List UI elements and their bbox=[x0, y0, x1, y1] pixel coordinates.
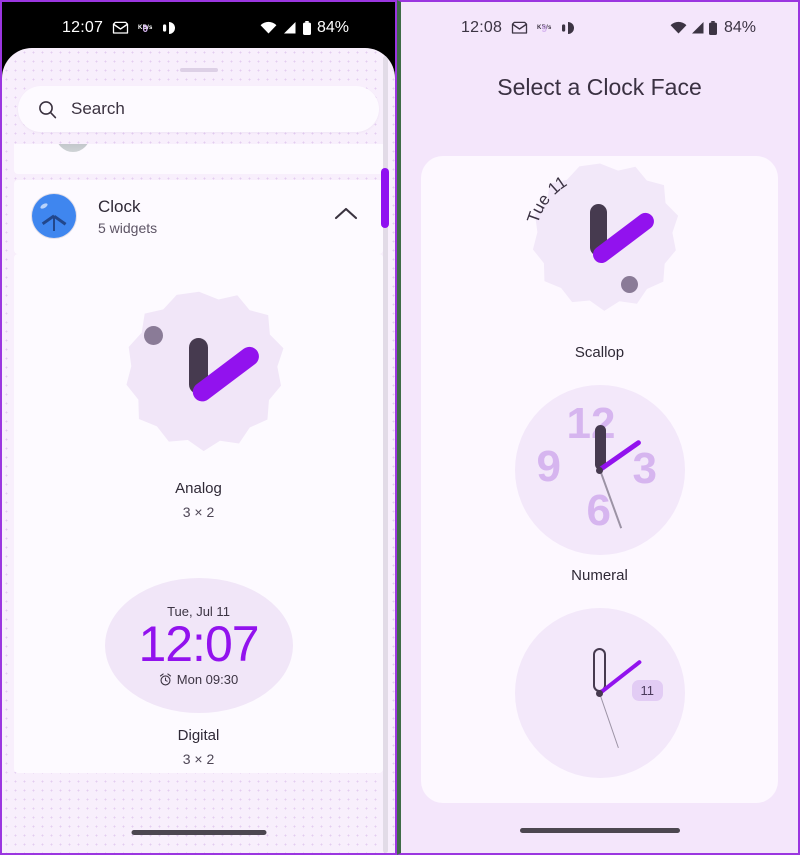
scrollbar-thumb[interactable] bbox=[381, 168, 389, 228]
outline-face-preview: 11 bbox=[514, 608, 685, 778]
second-hand bbox=[599, 692, 620, 749]
left-phone-screen: 12:07 0 KB/s 84% Search Clock 5 widgets … bbox=[0, 0, 397, 855]
hour-dot-marker bbox=[143, 326, 163, 345]
right-status-bar: 12:08 9 KB/s 84% bbox=[401, 2, 798, 54]
widget-size-digital: 3 × 2 bbox=[182, 751, 215, 767]
envelope-icon bbox=[511, 21, 528, 34]
right-phone-screen: 12:08 9 KB/s 84% Select a Clock Face Tue… bbox=[397, 0, 800, 855]
alarm-icon bbox=[159, 673, 171, 686]
list-item-partial-above[interactable] bbox=[14, 144, 383, 174]
widget-size-analog: 3 × 2 bbox=[182, 504, 215, 520]
app-group-name: Clock bbox=[98, 196, 141, 216]
partial-app-icon bbox=[56, 144, 90, 152]
clock-pivot bbox=[596, 466, 603, 474]
search-icon bbox=[39, 100, 57, 118]
widget-previews: Analog 3 × 2 Tue, Jul 11 12:07 Mon 09:30… bbox=[14, 254, 383, 773]
status-bar-left-cluster: 12:07 0 KB/s bbox=[62, 19, 176, 37]
widget-list[interactable]: Clock 5 widgets Analog 3 × 2 Tue, Jul 11… bbox=[2, 144, 395, 773]
wifi-icon bbox=[670, 21, 687, 34]
clock-face-option-third[interactable]: 11 bbox=[421, 608, 778, 778]
network-speed-value: 9 bbox=[541, 24, 548, 35]
network-speed-icon: 0 KB/s bbox=[138, 25, 152, 35]
battery-percent-label-right: 84% bbox=[723, 19, 756, 36]
digital-alarm-text: Mon 09:30 bbox=[176, 672, 239, 687]
battery-percent-label: 84% bbox=[316, 19, 349, 36]
sheet-drag-handle[interactable] bbox=[179, 68, 218, 72]
battery-icon bbox=[708, 20, 717, 35]
search-input-text: Search bbox=[71, 99, 125, 118]
digital-time: 12:07 bbox=[138, 616, 259, 672]
envelope-icon bbox=[112, 21, 129, 34]
widget-card-digital[interactable]: Tue, Jul 11 12:07 Mon 09:30 Digital 3 × … bbox=[14, 520, 383, 773]
navigation-gesture-bar[interactable] bbox=[131, 830, 266, 835]
analog-widget-preview bbox=[106, 288, 292, 474]
network-speed-value: 0 bbox=[142, 24, 149, 35]
widget-card-analog[interactable]: Analog 3 × 2 bbox=[14, 262, 383, 520]
signal-icon bbox=[691, 22, 704, 34]
numeral-face-preview: 12 3 6 9 bbox=[514, 385, 685, 555]
chevron-up-icon[interactable] bbox=[333, 206, 359, 227]
status-bar-right-cluster-right: 84% bbox=[670, 19, 756, 37]
date-badge: 11 bbox=[631, 680, 663, 701]
numeral-12: 12 bbox=[566, 399, 616, 448]
svg-text:Tue 11: Tue 11 bbox=[523, 172, 570, 225]
do-not-disturb-icon bbox=[162, 22, 175, 34]
numeral-3: 3 bbox=[632, 444, 657, 493]
search-input[interactable]: Search bbox=[18, 86, 379, 132]
app-group-widget-count: 5 widgets bbox=[98, 219, 158, 236]
hour-dot-marker bbox=[620, 276, 638, 293]
clock-face-label-scallop: Scallop bbox=[574, 344, 625, 361]
left-status-bar: 12:07 0 KB/s 84% bbox=[2, 2, 395, 54]
clock-face-list[interactable]: Tue 11 Scallop 12 3 6 9 Numeral 11 bbox=[421, 156, 778, 803]
scallop-face-preview: Tue 11 bbox=[514, 160, 686, 332]
clock-pivot bbox=[596, 689, 603, 697]
status-bar-clock-right: 12:08 bbox=[461, 19, 503, 36]
widget-label-digital: Digital bbox=[177, 727, 220, 744]
navigation-gesture-bar[interactable] bbox=[519, 828, 680, 833]
status-bar-clock: 12:07 bbox=[62, 19, 104, 36]
battery-icon bbox=[302, 20, 311, 35]
status-bar-right-cluster: 84% bbox=[260, 19, 349, 37]
dual-phone-screenshot: 12:07 0 KB/s 84% Search Clock 5 widgets … bbox=[0, 0, 800, 855]
digital-alarm-row: Mon 09:30 bbox=[159, 672, 238, 687]
do-not-disturb-icon bbox=[561, 22, 574, 34]
signal-icon bbox=[283, 22, 296, 34]
clock-face-option-scallop[interactable]: Tue 11 Scallop bbox=[421, 160, 778, 361]
clock-face-label-numeral: Numeral bbox=[571, 567, 628, 584]
status-bar-left-cluster-right: 12:08 9 KB/s bbox=[461, 19, 575, 37]
widget-picker-sheet: Search Clock 5 widgets Analog 3 × 2 Tue,… bbox=[2, 48, 395, 853]
app-group-text: Clock 5 widgets bbox=[98, 197, 157, 236]
digital-widget-preview: Tue, Jul 11 12:07 Mon 09:30 bbox=[104, 578, 293, 713]
clock-face-option-numeral[interactable]: 12 3 6 9 Numeral bbox=[421, 385, 778, 584]
clock-app-icon bbox=[32, 194, 76, 238]
wifi-icon bbox=[260, 21, 277, 34]
widget-label-analog: Analog bbox=[175, 480, 222, 497]
numeral-9: 9 bbox=[536, 442, 561, 491]
page-title: Select a Clock Face bbox=[497, 74, 702, 100]
network-speed-icon: 9 KB/s bbox=[537, 25, 551, 35]
app-group-header-clock[interactable]: Clock 5 widgets bbox=[14, 180, 383, 254]
hour-hand-outline bbox=[592, 648, 606, 692]
